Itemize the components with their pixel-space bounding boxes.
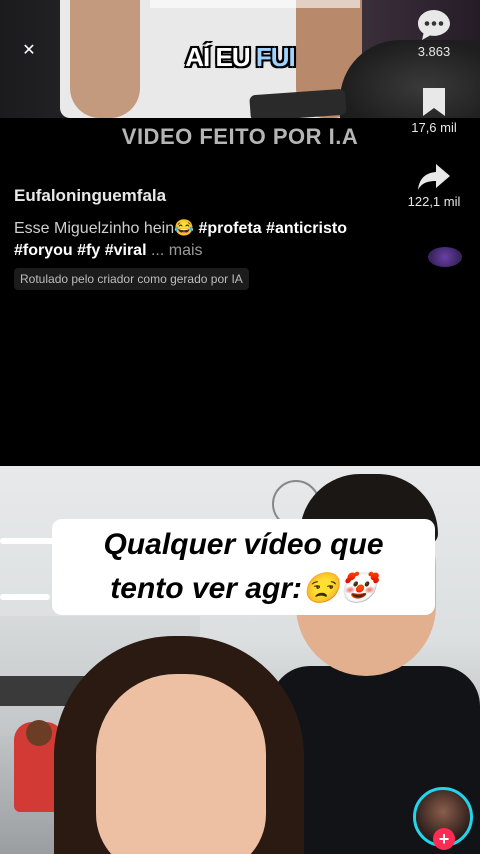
more-link[interactable]: ... mais	[151, 242, 203, 259]
save-button[interactable]: 17,6 mil	[398, 86, 470, 135]
hashtag[interactable]: #profeta	[198, 220, 261, 237]
hashtag[interactable]: #viral	[105, 242, 147, 259]
username[interactable]: Eufaloninguemfala	[14, 186, 166, 206]
comment-button[interactable]: 3.863	[398, 8, 470, 59]
caption-part-1: AÍ EU	[185, 42, 256, 72]
background-child-head	[26, 720, 52, 746]
follow-plus-icon[interactable]: +	[433, 828, 455, 850]
top-bar	[150, 0, 360, 8]
save-count: 17,6 mil	[411, 120, 457, 135]
hashtag[interactable]: #fy	[77, 242, 100, 259]
caption-part-2: FUI	[255, 42, 296, 72]
post-description[interactable]: Esse Miguelzinho hein😂 #profeta #anticri…	[14, 218, 394, 262]
hashtag[interactable]: #foryou	[14, 242, 73, 259]
ceiling-light	[0, 538, 60, 544]
hashtag[interactable]: #anticristo	[266, 220, 347, 237]
caption-line-1: Qualquer vídeo que	[103, 528, 384, 561]
share-button[interactable]: 122,1 mil	[398, 162, 470, 209]
bottom-video-frame[interactable]: Qualquer vídeo que tento ver agr:😒🤡	[0, 466, 480, 854]
comment-count: 3.863	[417, 44, 451, 59]
caption-line-2: tento ver agr:😒🤡	[110, 572, 377, 605]
ceiling-light	[0, 594, 50, 600]
bottom-video-caption: Qualquer vídeo que tento ver agr:😒🤡	[52, 519, 435, 615]
share-arrow-icon	[418, 164, 450, 190]
share-count: 122,1 mil	[407, 194, 461, 209]
description-text: Esse Miguelzinho hein😂	[14, 220, 199, 237]
bookmark-icon	[423, 88, 445, 116]
comment-icon	[418, 10, 450, 40]
ai-generated-badge: Rotulado pelo criador como gerado por IA	[14, 268, 249, 290]
sound-disc-icon[interactable]	[428, 247, 462, 267]
girl-face	[96, 674, 266, 854]
